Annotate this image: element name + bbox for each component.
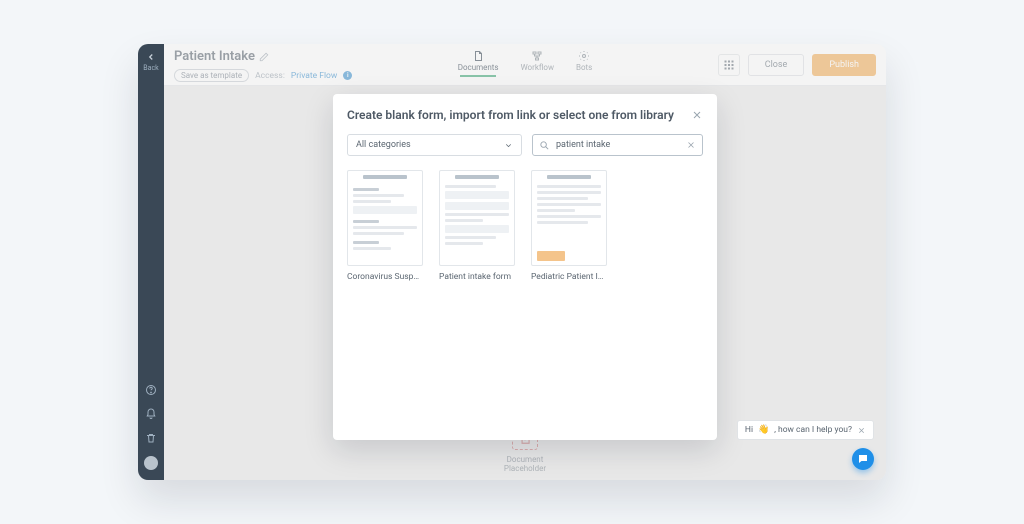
close-icon	[691, 109, 703, 121]
clear-search-button[interactable]	[686, 140, 696, 150]
help-popup: Hi 👋 , how can I help you?	[737, 420, 874, 440]
modal-title: Create blank form, import from link or s…	[347, 108, 674, 122]
template-label: Coronavirus Suspec...	[347, 272, 423, 282]
chat-fab[interactable]	[852, 448, 874, 470]
template-card[interactable]: Pediatric Patient Int...	[531, 170, 607, 282]
template-card[interactable]: Coronavirus Suspec...	[347, 170, 423, 282]
search-box[interactable]	[532, 134, 703, 156]
help-prefix: Hi	[745, 425, 753, 435]
chevron-left-icon	[146, 52, 156, 62]
help-close-button[interactable]	[857, 426, 866, 435]
search-input[interactable]	[556, 140, 680, 150]
wave-icon: 👋	[758, 425, 769, 435]
category-value: All categories	[356, 140, 411, 150]
template-grid: Coronavirus Suspec... Patient intake for…	[347, 170, 703, 282]
template-label: Patient intake form	[439, 272, 515, 282]
close-icon	[686, 140, 696, 150]
back-label: Back	[143, 64, 158, 72]
help-icon[interactable]	[145, 384, 157, 396]
modal-close-button[interactable]	[691, 109, 703, 121]
search-icon	[539, 140, 550, 151]
template-thumbnail	[347, 170, 423, 266]
chat-icon	[857, 453, 869, 465]
app-frame: Back Patient Intake Save as template A	[138, 44, 886, 480]
library-modal: Create blank form, import from link or s…	[333, 94, 717, 440]
template-label: Pediatric Patient Int...	[531, 272, 607, 282]
help-text: , how can I help you?	[774, 425, 852, 435]
main-area: Patient Intake Save as template Access: …	[164, 44, 886, 480]
template-thumbnail	[439, 170, 515, 266]
category-select[interactable]: All categories	[347, 134, 522, 156]
avatar[interactable]	[144, 456, 158, 470]
trash-icon[interactable]	[145, 432, 157, 444]
close-icon	[857, 426, 866, 435]
back-button[interactable]: Back	[143, 44, 158, 86]
template-card[interactable]: Patient intake form	[439, 170, 515, 282]
template-thumbnail	[531, 170, 607, 266]
left-sidebar: Back	[138, 44, 164, 480]
bell-icon[interactable]	[145, 408, 157, 420]
chevron-down-icon	[504, 141, 513, 150]
